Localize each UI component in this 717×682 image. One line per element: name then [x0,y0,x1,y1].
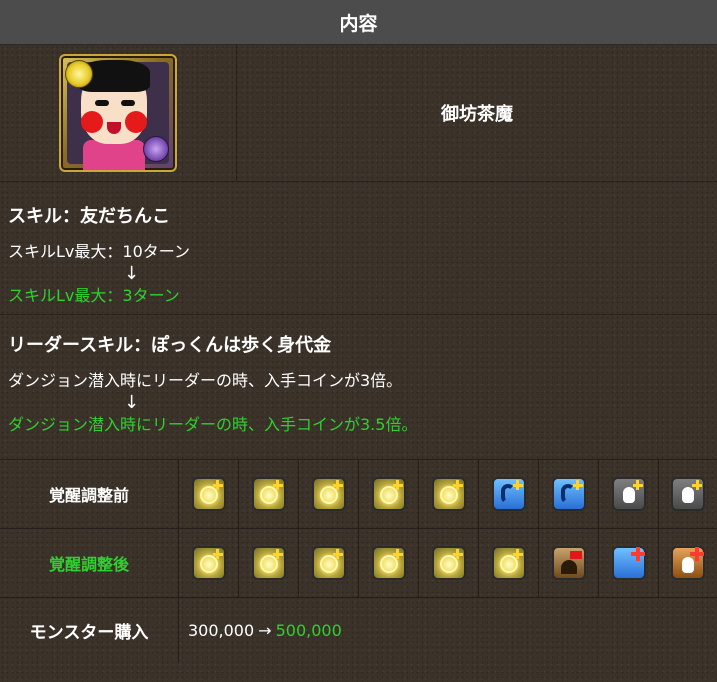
coin-plus-icon[interactable] [431,546,466,580]
skill-boost-icon[interactable] [551,477,586,511]
monster-portrait-icon[interactable] [59,54,177,172]
finger-icon[interactable] [611,477,646,511]
skill-boost-plus-icon[interactable] [611,546,646,580]
leader-skill-section: リーダースキル：ぽっくんは歩く身代金 ダンジョン潜入時にリーダーの時、入手コイン… [0,315,717,460]
header-title: 内容 [339,12,378,35]
monster-name-cell: 御坊茶魔 [237,45,717,181]
coin-plus-icon[interactable] [491,546,526,580]
content-table: 内容 御坊茶魔 スキル：友だちんこ スキルLv最大：10ターン ↓ スキルLv最… [0,0,717,682]
dungeon-bonus-icon[interactable] [551,546,586,580]
awakenings-before-row: 覚醒調整前 [0,460,717,529]
purchase-value: 300,000 → 500,000 [179,598,717,662]
awakenings-after-row: 覚醒調整後 [0,529,717,598]
finger-icon[interactable] [671,477,705,511]
coin-plus-icon[interactable] [371,546,406,580]
purchase-arrow: → [258,620,272,640]
coin-plus-icon[interactable] [311,477,346,511]
leader-skill-before: ダンジョン潜入時にリーダーの時、入手コインが3倍。 [8,371,403,390]
skill-section: スキル：友だちんこ スキルLv最大：10ターン ↓ スキルLv最大：3ターン [0,182,717,315]
coin-plus-icon[interactable] [431,477,466,511]
table-header: 内容 [0,0,717,45]
skill-after: スキルLv最大：3ターン [8,286,180,305]
purchase-before: 300,000 [188,620,255,640]
purchase-row: モンスター購入 300,000 → 500,000 [0,598,717,662]
skill-title: スキル：友だちんこ [8,206,170,227]
skill-boost-icon[interactable] [491,477,526,511]
coin-plus-icon[interactable] [311,546,346,580]
leader-skill-after: ダンジョン潜入時にリーダーの時、入手コインが3.5倍。 [8,415,418,434]
monster-image-cell [0,45,237,181]
dark-attribute-icon [143,136,169,162]
leader-skill-title: リーダースキル：ぽっくんは歩く身代金 [8,335,332,356]
skill-arrow: ↓ [124,263,140,284]
monster-name: 御坊茶魔 [441,104,513,125]
finger-plus-icon[interactable] [671,546,705,580]
leader-skill-arrow: ↓ [124,392,140,413]
coin-plus-icon[interactable] [191,546,226,580]
purchase-after: 500,000 [275,620,342,640]
monster-row: 御坊茶魔 [0,45,717,182]
awakenings-after-label: 覚醒調整後 [0,529,179,597]
skill-before: スキルLv最大：10ターン [8,242,190,261]
coin-plus-icon[interactable] [251,477,286,511]
awakenings-before-label: 覚醒調整前 [0,460,179,528]
coin-plus-icon[interactable] [371,477,406,511]
purchase-label: モンスター購入 [0,598,179,662]
light-attribute-icon [65,60,93,88]
coin-plus-icon[interactable] [251,546,286,580]
coin-plus-icon[interactable] [191,477,226,511]
